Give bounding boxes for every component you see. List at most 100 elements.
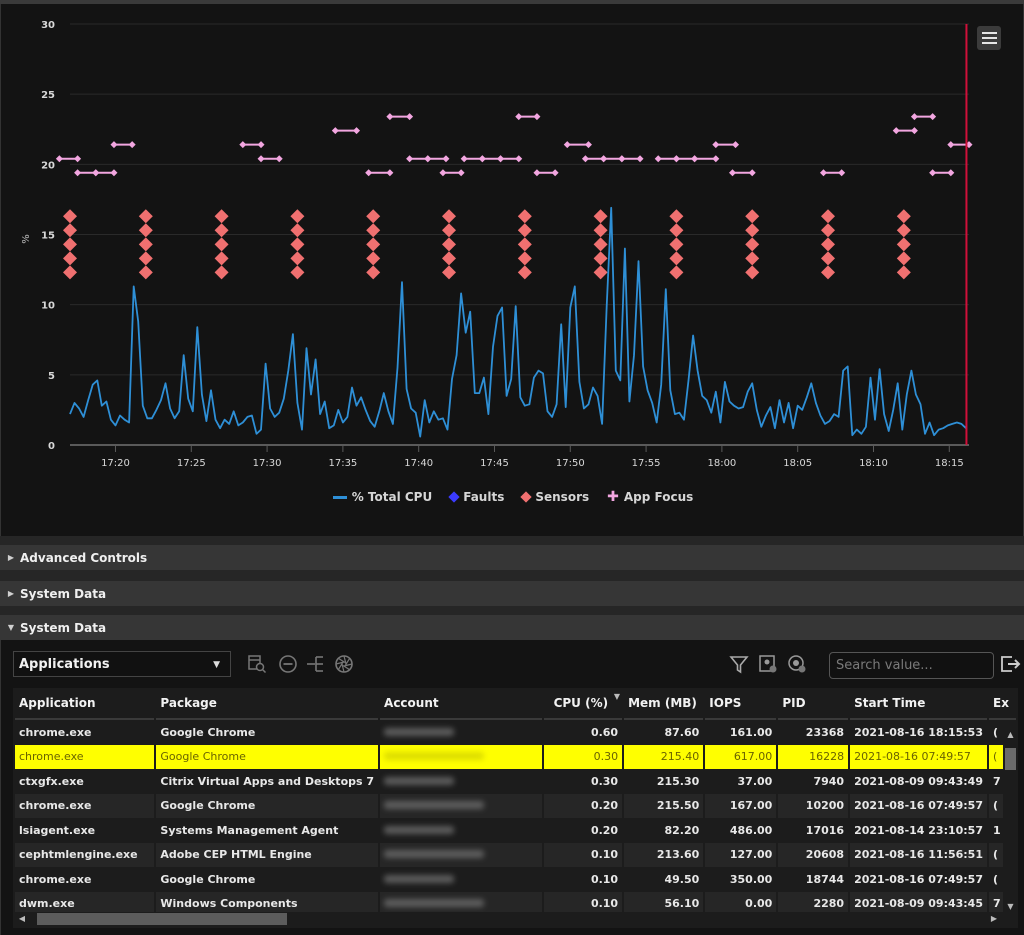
vertical-scrollbar[interactable]: ▲ ▼ [1003,728,1018,916]
sensor-marker [138,265,153,280]
legend-item-cpu[interactable]: % Total CPU [332,490,433,504]
cell-account [380,842,542,867]
table-row-selected[interactable]: chrome.exe Google Chrome 0.30 215.40 617.00 1… [15,744,1016,769]
y-tick-label: 5 [48,371,55,382]
app-focus-marker [929,113,937,121]
section-title: Advanced Controls [20,550,148,565]
section-system-data-expanded[interactable]: ▼ System Data [0,615,1024,640]
search-details-icon[interactable] [247,654,267,674]
scroll-down-icon[interactable]: ▼ [1003,902,1018,916]
app-focus-marker [819,169,827,177]
sensor-marker [290,265,305,280]
cell-iops: 127.00 [705,842,777,867]
table-row[interactable]: chrome.exe Google Chrome 0.60 87.60 161.00 23… [15,720,1016,745]
app-focus-marker [618,155,626,163]
plus-legend-icon: ✚ [607,489,619,505]
sensor-marker [896,251,911,266]
cell-application: chrome.exe [15,867,155,892]
sensor-marker [214,265,229,280]
hamburger-menu-icon [981,32,997,34]
app-focus-marker [691,155,699,163]
chart-menu-button[interactable] [977,26,1001,50]
app-focus-marker [929,169,937,177]
column-header-cpu[interactable]: CPU (%) ▼ [543,688,623,720]
cell-package: Systems Management Agent [156,818,379,843]
sensor-marker [214,223,229,238]
scroll-left-icon[interactable]: ◀ [15,912,29,926]
cell-mem: 215.40 [624,744,704,769]
sensor-marker [517,265,532,280]
app-focus-marker [275,155,283,163]
remove-circle-icon[interactable] [278,654,298,674]
table-row[interactable]: cephtmlengine.exe Adobe CEP HTML Engine 0.… [15,842,1016,867]
scrollbar-thumb[interactable] [37,913,287,925]
table-row[interactable]: ctxgfx.exe Citrix Virtual Apps and Deskto… [15,769,1016,794]
app-focus-marker [457,169,465,177]
cell-account [380,818,542,843]
column-header-start-time[interactable]: Start Time [850,688,987,720]
search-input[interactable] [829,652,994,679]
app-focus-marker [110,141,118,149]
column-header-pid[interactable]: PID [778,688,849,720]
view-select[interactable]: Applications ▼ [13,651,231,677]
column-header-account[interactable]: Account [380,688,542,720]
hamburger-line [981,37,997,39]
legend-item-app-focus[interactable]: ✚ App Focus [607,490,693,504]
export-icon[interactable] [999,653,1021,675]
scroll-up-icon[interactable]: ▲ [1003,730,1018,744]
data-toolbar: Applications ▼ [1,640,1024,685]
sensor-marker [366,209,381,224]
redacted-account [384,776,455,785]
cell-pid: 18744 [778,867,849,892]
section-advanced-controls[interactable]: ▶ Advanced Controls [0,545,1024,570]
scroll-right-icon[interactable]: ▶ [987,912,1001,926]
app-root: 0 5 10 15 20 25 30% 17:20 17:25 17:30 17:35 17:40 17… [0,0,1024,935]
target-settings-icon[interactable] [787,654,807,674]
app-focus-marker [353,127,361,135]
aperture-icon[interactable] [334,654,354,674]
cell-pid: 20608 [778,842,849,867]
legend-item-faults[interactable]: Faults [448,490,504,504]
sensor-marker [517,251,532,266]
cell-start-time: 2021-08-14 23:10:57 [850,818,987,843]
column-header-application[interactable]: Application [15,688,155,720]
legend-item-sensors[interactable]: Sensors [520,490,590,504]
image-settings-icon[interactable] [758,654,778,674]
x-tick-label: 18:15 [935,458,964,469]
legend-label: Sensors [535,490,590,504]
tree-hierarchy-icon[interactable] [306,654,326,674]
legend-label: % Total CPU [351,490,433,504]
table-row[interactable]: chrome.exe Google Chrome 0.20 215.50 167.00 1… [15,793,1016,818]
column-header-mem[interactable]: Mem (MB) [624,688,704,720]
sensor-marker [138,251,153,266]
x-tick-label: 17:25 [177,458,206,469]
column-header-package[interactable]: Package [156,688,379,720]
column-header-iops[interactable]: IOPS [705,688,777,720]
cell-account [380,769,542,794]
section-system-data-collapsed[interactable]: ▶ System Data [0,581,1024,606]
sensor-marker [745,223,760,238]
chevron-down-icon: ▼ [213,660,220,670]
applications-table: Application Package Account CPU (%) ▼ Mem… [13,688,1018,928]
x-tick-label: 17:35 [328,458,357,469]
section-title: System Data [20,586,107,601]
line-legend-icon [332,495,347,499]
column-header-ex[interactable]: Ex [989,688,1016,720]
table-row[interactable]: chrome.exe Google Chrome 0.10 49.50 350.00 18… [15,867,1016,892]
table-row[interactable]: lsiagent.exe Systems Management Agent 0.20… [15,818,1016,843]
sensor-marker [593,209,608,224]
horizontal-scrollbar[interactable]: ◀ ▶ [13,912,1003,926]
filter-icon[interactable] [729,654,749,674]
app-focus-marker [910,113,918,121]
cell-mem: 87.60 [624,720,704,745]
cell-account [380,793,542,818]
cell-package: Adobe CEP HTML Engine [156,842,379,867]
divider [0,536,1024,545]
app-focus-marker [581,155,589,163]
cell-package: Citrix Virtual Apps and Desktops 7 [156,769,379,794]
app-focus-marker [947,141,955,149]
cell-account [380,744,542,769]
app-focus-marker [892,127,900,135]
scrollbar-thumb[interactable] [1005,748,1016,770]
y-tick-label: 15 [41,231,55,242]
